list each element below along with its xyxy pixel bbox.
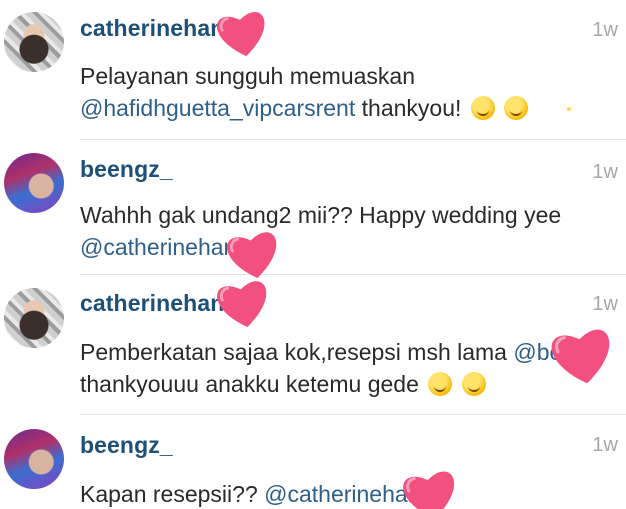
avatar[interactable] [4,288,64,348]
comment-timestamp: 1w [592,161,618,183]
comment-body: Pelayanan sungguh memuaskan [80,63,416,89]
comment-timestamp: 1w [592,434,618,456]
comment-item: beengz_ 1w Kapan resepsii?? @catherineha… [0,415,626,509]
mention-link[interactable]: @catherinehan [264,481,420,507]
avatar[interactable] [4,429,64,489]
comment-list: catherinehan 1w Pelayanan sungguh memuas… [0,0,626,509]
comment-text: Wahhh gak undang2 mii?? Happy wedding ye… [80,199,620,263]
sparkle-decoration [567,107,571,111]
comment-item: beengz_ 1w Wahhh gak undang2 mii?? Happy… [0,140,626,275]
smiling-face-emoji-icon [470,96,495,120]
heart-sticker-icon [543,315,622,394]
comment-body: Pemberkatan sajaa kok,resepsi msh lama [80,339,514,365]
heart-sticker-icon [210,0,275,64]
smiling-face-emoji-icon [504,96,529,120]
comment-username[interactable]: catherinehan [80,15,224,42]
comment-item: catherinehan 1w Pemberkatan sajaa kok,re… [0,275,626,415]
comment-body: Wahhh gak undang2 mii?? Happy wedding ye… [80,202,562,228]
avatar[interactable] [4,153,64,213]
comment-username[interactable]: beengz_ [80,432,173,459]
comment-timestamp: 1w [592,293,618,315]
comment-item: catherinehan 1w Pelayanan sungguh memuas… [0,0,626,140]
mention-link[interactable]: @hafidhguetta_vipcarsrent [80,95,355,121]
comment-body-tail: thankyou! [355,95,462,121]
comment-body-tail: thankyouuu anakku ketemu gede [80,371,419,397]
comment-text: Kapan resepsii?? @catherinehan [80,478,620,509]
comment-username[interactable]: catherinehan [80,290,224,317]
comment-text: Pelayanan sungguh memuaskan @hafidhguett… [80,60,620,124]
comment-timestamp: 1w [592,19,618,41]
mention-link[interactable]: @catherinehan [80,234,236,260]
kissing-face-emoji-icon [461,372,486,396]
kissing-face-emoji-icon [428,372,453,396]
heart-sticker-icon [209,268,276,335]
comment-text: Pemberkatan sajaa kok,resepsi msh lama @… [80,336,620,400]
comment-body: Kapan resepsii?? [80,481,265,507]
avatar[interactable] [4,12,64,72]
comment-username[interactable]: beengz_ [80,156,173,183]
heart-sticker-icon [395,458,465,509]
